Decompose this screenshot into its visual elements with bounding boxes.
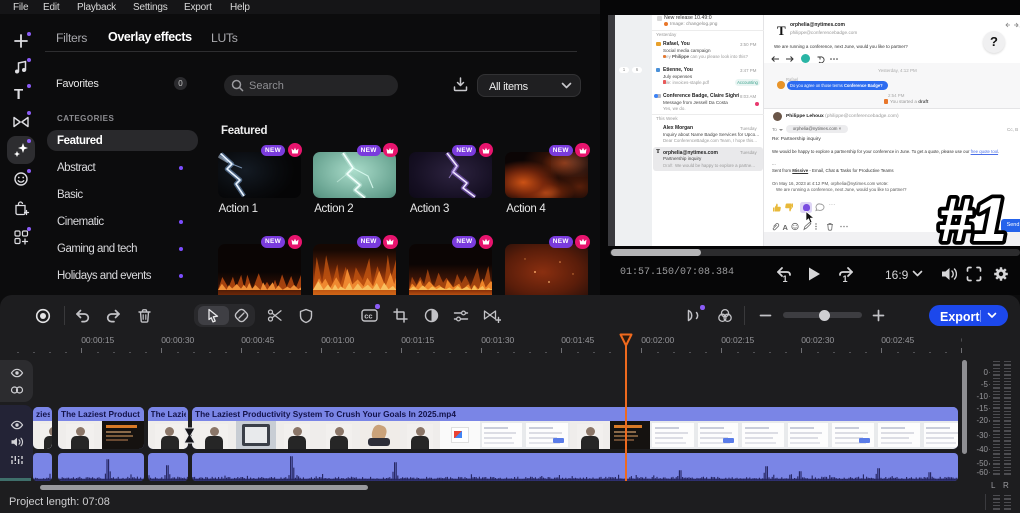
svg-text:#1: #1 xyxy=(938,190,1007,246)
svg-text:cc: cc xyxy=(364,312,372,321)
svg-text:1: 1 xyxy=(783,274,788,283)
svg-text:1: 1 xyxy=(843,274,848,283)
svg-text:A: A xyxy=(783,223,789,231)
